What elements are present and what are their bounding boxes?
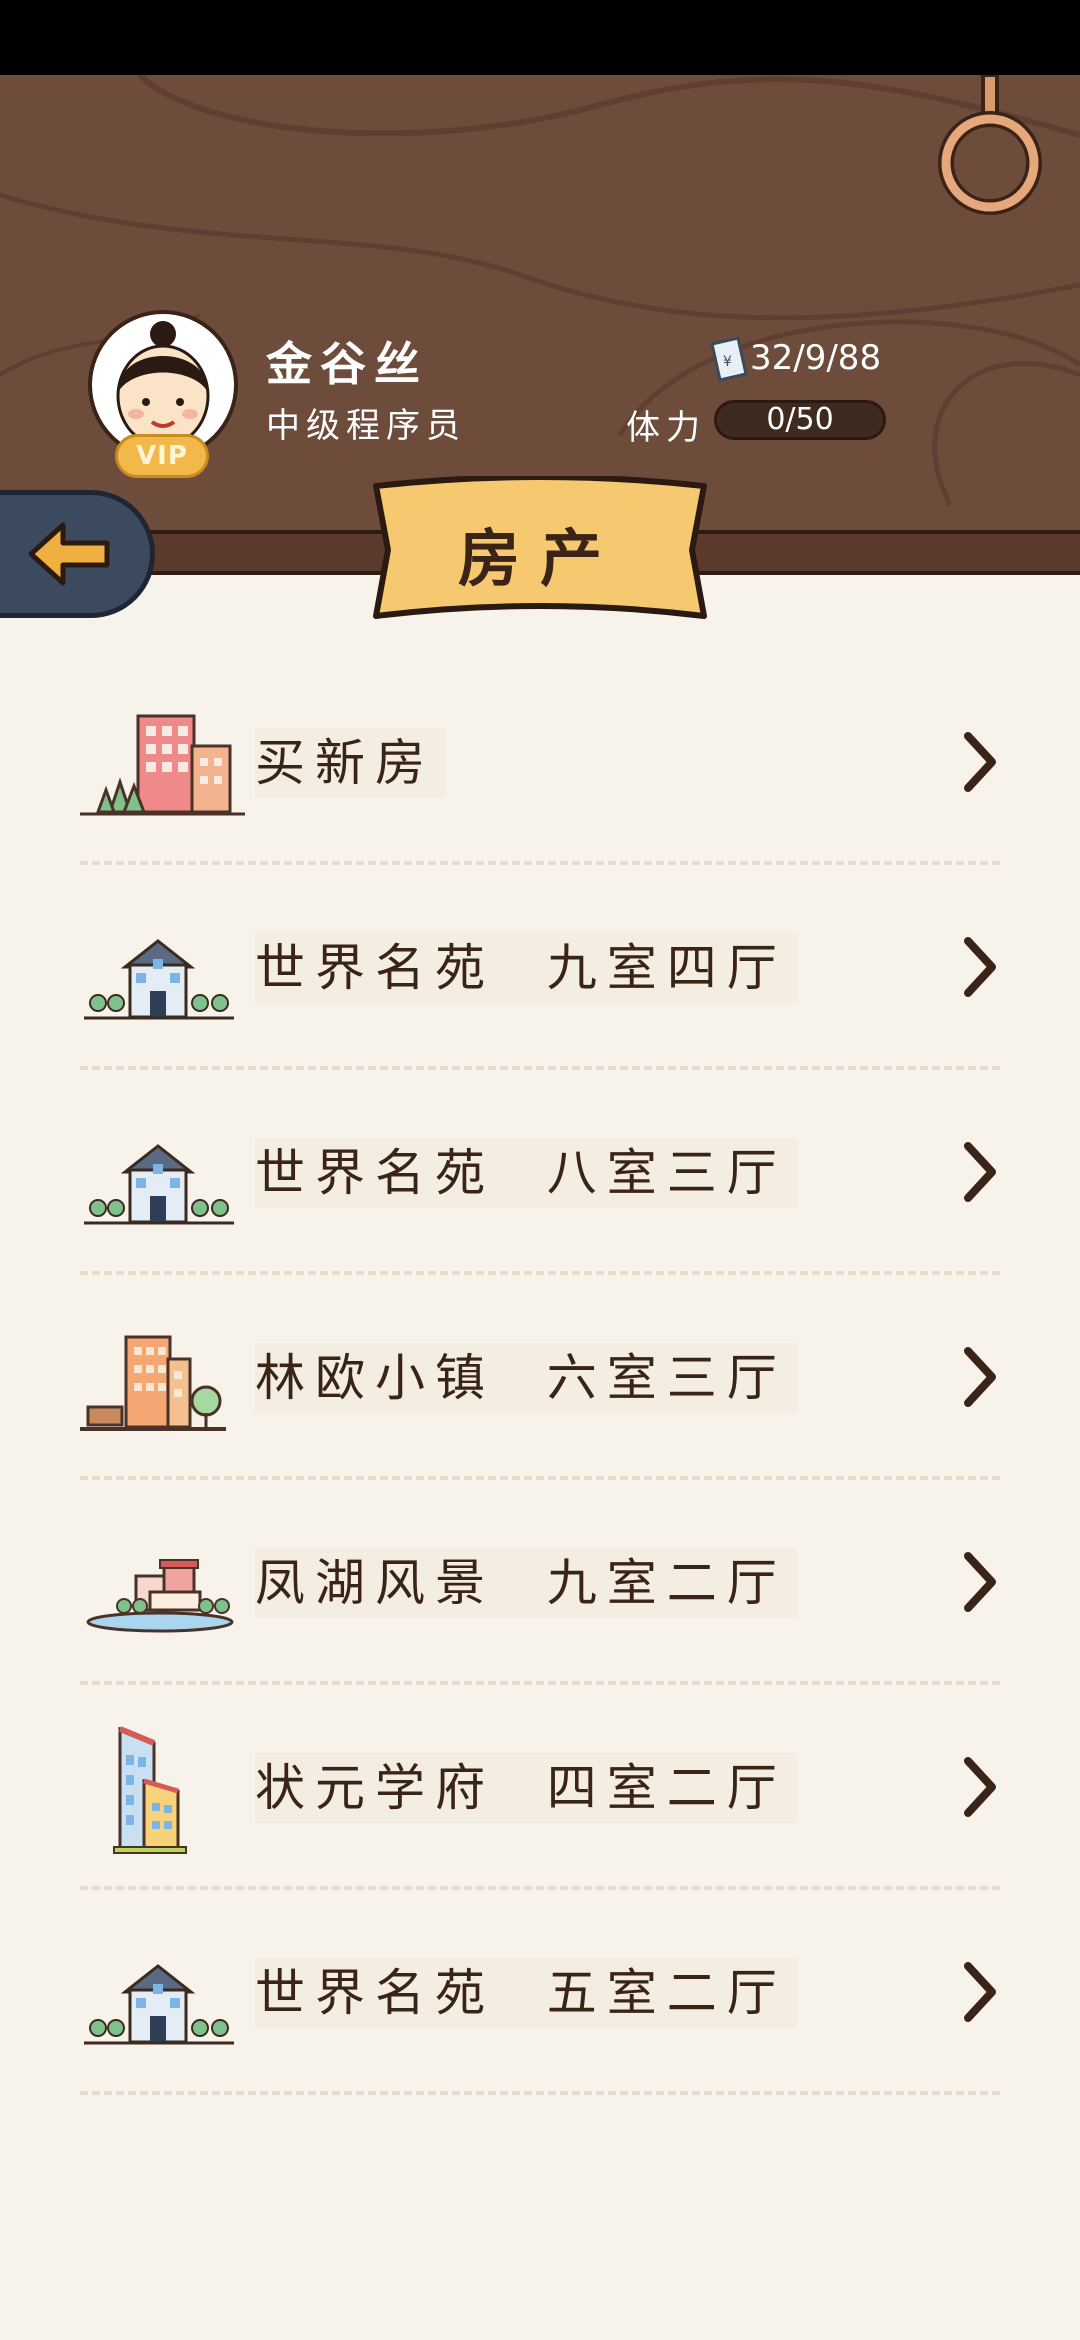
chevron-right-icon xyxy=(964,1757,996,1817)
stamina-bar: 0/50 xyxy=(714,400,886,440)
list-item-label: 世界名苑 九室四厅 xyxy=(255,933,797,1003)
chevron-right-icon xyxy=(964,1347,996,1407)
list-item-buy-new-house[interactable]: 买新房 xyxy=(80,660,1000,865)
list-separator xyxy=(80,2091,1000,2095)
lakeside-villa-icon xyxy=(86,1559,234,1633)
list-item-property-5[interactable]: 状元学府 四室二厅 xyxy=(80,1685,1000,1890)
tower-icon xyxy=(113,1726,187,1854)
stamina-label: 体力 xyxy=(626,408,706,448)
list-item-property-1[interactable]: 世界名苑 九室四厅 xyxy=(80,865,1000,1070)
vip-badge: VIP xyxy=(115,434,209,478)
town-building-icon xyxy=(80,1335,226,1431)
chevron-right-icon xyxy=(964,1142,996,1202)
svg-text:¥: ¥ xyxy=(723,354,732,370)
list-item-property-3[interactable]: 林欧小镇 六室三厅 xyxy=(80,1275,1000,1480)
apartment-buildings-icon xyxy=(80,714,245,816)
list-item-property-6[interactable]: 世界名苑 五室二厅 xyxy=(80,1890,1000,2095)
list-item-label: 世界名苑 八室三厅 xyxy=(255,1138,797,1208)
house-icon xyxy=(84,1144,234,1225)
hanging-ring-icon[interactable] xyxy=(935,75,1045,215)
list-item-label: 买新房 xyxy=(255,728,445,798)
list-item-property-4[interactable]: 凤湖风景 九室二厅 xyxy=(80,1480,1000,1685)
chevron-right-icon xyxy=(964,1552,996,1612)
back-button[interactable] xyxy=(0,490,155,618)
list-item-label: 凤湖风景 九室二厅 xyxy=(255,1548,797,1618)
list-item-property-2[interactable]: 世界名苑 八室三厅 xyxy=(80,1070,1000,1275)
back-arrow-icon xyxy=(28,522,110,586)
list-item-label: 世界名苑 五室二厅 xyxy=(255,1958,797,2028)
user-name: 金谷丝 xyxy=(266,337,428,391)
money-value: 32/9/88 xyxy=(750,338,882,378)
chevron-right-icon xyxy=(964,732,996,792)
status-bar xyxy=(0,0,1080,75)
money-note-icon: ¥ xyxy=(710,336,748,382)
house-icon xyxy=(84,939,234,1020)
house-icon xyxy=(84,1964,234,2045)
chevron-right-icon xyxy=(964,1962,996,2022)
page-title: 房产 xyxy=(457,522,622,595)
chevron-right-icon xyxy=(964,937,996,997)
list-item-label: 林欧小镇 六室三厅 xyxy=(255,1343,797,1413)
list-item-label: 状元学府 四室二厅 xyxy=(255,1753,797,1823)
user-job-title: 中级程序员 xyxy=(266,406,466,446)
